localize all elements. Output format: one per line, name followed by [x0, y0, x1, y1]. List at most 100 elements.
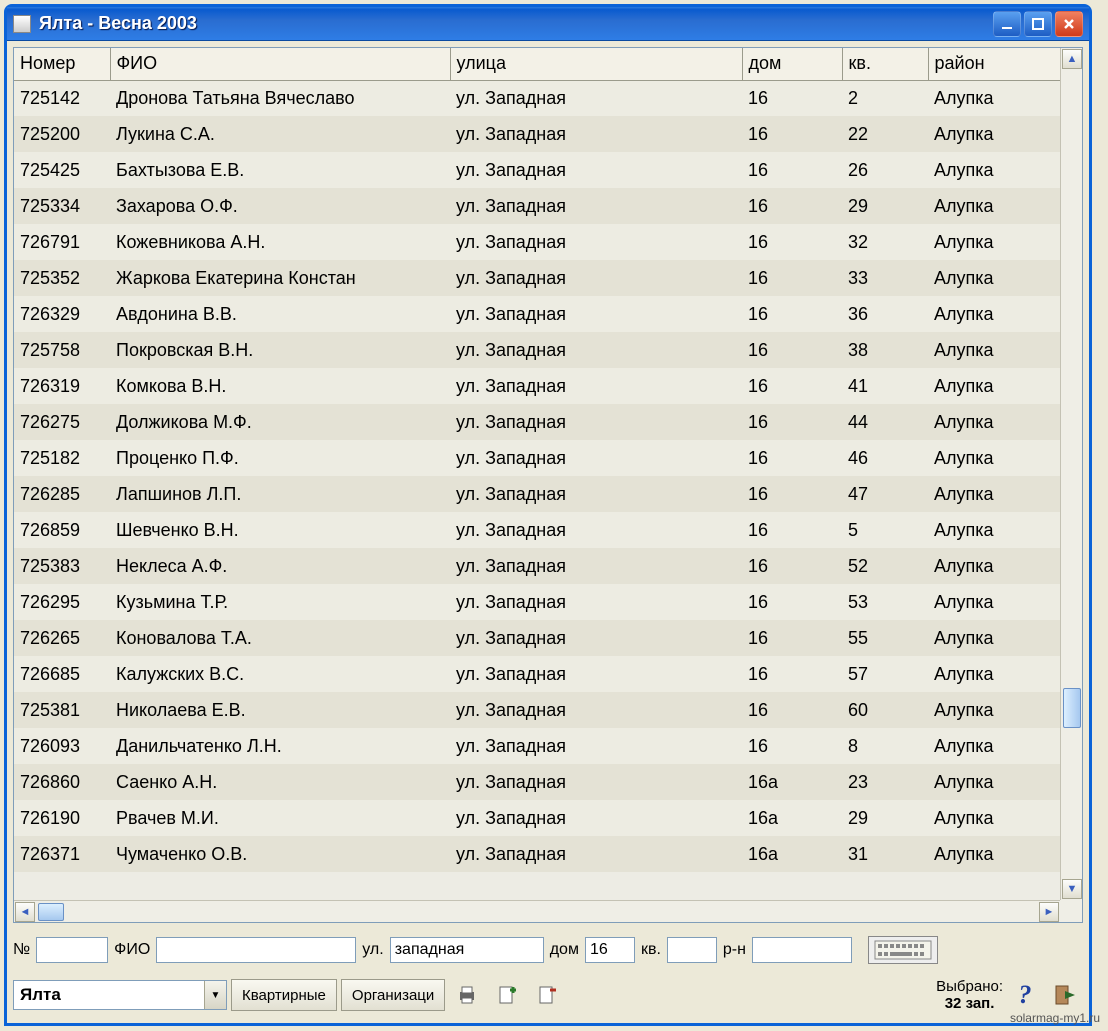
search-house-input[interactable]: [585, 937, 635, 963]
scroll-right-button[interactable]: ►: [1039, 902, 1059, 922]
print-button[interactable]: [449, 979, 485, 1011]
table-row[interactable]: 725758Покровская В.Н.ул. Западная1638Алу…: [14, 332, 1064, 368]
vertical-scrollbar[interactable]: ▲ ▼: [1060, 48, 1082, 900]
titlebar[interactable]: Ялта - Весна 2003: [7, 7, 1089, 41]
close-button[interactable]: [1055, 11, 1083, 37]
cell-fio: Саенко А.Н.: [110, 764, 450, 800]
col-header-street[interactable]: улица: [450, 48, 742, 80]
scroll-down-button[interactable]: ▼: [1062, 879, 1082, 899]
cell-kv: 44: [842, 404, 928, 440]
cell-kv: 29: [842, 188, 928, 224]
table-row[interactable]: 726265Коновалова Т.А.ул. Западная1655Алу…: [14, 620, 1064, 656]
cell-kv: 55: [842, 620, 928, 656]
table-row[interactable]: 726275Должикова М.Ф.ул. Западная1644Алуп…: [14, 404, 1064, 440]
cell-district: Алупка: [928, 332, 1064, 368]
table-row[interactable]: 726791Кожевникова А.Н.ул. Западная1632Ал…: [14, 224, 1064, 260]
horizontal-scrollbar[interactable]: ◄ ►: [14, 900, 1060, 922]
cell-fio: Калужских В.С.: [110, 656, 450, 692]
table-row[interactable]: 725182Проценко П.Ф.ул. Западная1646Алупк…: [14, 440, 1064, 476]
cell-street: ул. Западная: [450, 260, 742, 296]
cell-kv: 26: [842, 152, 928, 188]
scroll-thumb-horizontal[interactable]: [38, 903, 64, 921]
header-row[interactable]: Номер ФИО улица дом кв. район: [14, 48, 1064, 80]
table-row[interactable]: 725352Жаркова Екатерина Констанул. Запад…: [14, 260, 1064, 296]
table-row[interactable]: 726685Калужских В.С.ул. Западная1657Алуп…: [14, 656, 1064, 692]
city-dropdown[interactable]: Ялта ▼: [13, 980, 227, 1010]
cell-fio: Должикова М.Ф.: [110, 404, 450, 440]
cell-num: 726685: [14, 656, 110, 692]
data-grid[interactable]: Номер ФИО улица дом кв. район 725142Дрон…: [13, 47, 1083, 923]
help-icon: ?: [1019, 980, 1032, 1010]
cell-num: 726285: [14, 476, 110, 512]
toolbar: Ялта ▼ Квартирные Организаци Выбрано: 32…: [13, 973, 1083, 1017]
cell-num: 725381: [14, 692, 110, 728]
scroll-up-button[interactable]: ▲: [1062, 49, 1082, 69]
col-header-kv[interactable]: кв.: [842, 48, 928, 80]
table-row[interactable]: 726319Комкова В.Н.ул. Западная1641Алупка: [14, 368, 1064, 404]
scroll-thumb-vertical[interactable]: [1063, 688, 1081, 728]
cell-house: 16: [742, 584, 842, 620]
search-street-input[interactable]: [390, 937, 544, 963]
app-icon: [13, 15, 31, 33]
table-row[interactable]: 726295Кузьмина Т.Р.ул. Западная1653Алупк…: [14, 584, 1064, 620]
search-fio-input[interactable]: [156, 937, 356, 963]
cell-num: 726371: [14, 836, 110, 872]
cell-fio: Кузьмина Т.Р.: [110, 584, 450, 620]
cell-num: 725142: [14, 80, 110, 116]
print-icon: [456, 984, 478, 1006]
cell-district: Алупка: [928, 116, 1064, 152]
col-header-number[interactable]: Номер: [14, 48, 110, 80]
cell-street: ул. Западная: [450, 188, 742, 224]
maximize-button[interactable]: [1024, 11, 1052, 37]
cell-fio: Неклеса А.Ф.: [110, 548, 450, 584]
table-row[interactable]: 726859Шевченко В.Н.ул. Западная165Алупка: [14, 512, 1064, 548]
table-row[interactable]: 726190Рвачев М.И.ул. Западная16а29Алупка: [14, 800, 1064, 836]
col-header-house[interactable]: дом: [742, 48, 842, 80]
table-row[interactable]: 726329Авдонина В.В.ул. Западная1636Алупк…: [14, 296, 1064, 332]
cell-street: ул. Западная: [450, 548, 742, 584]
cell-kv: 33: [842, 260, 928, 296]
cell-kv: 60: [842, 692, 928, 728]
help-button[interactable]: ?: [1007, 979, 1043, 1011]
cell-num: 725758: [14, 332, 110, 368]
exit-button[interactable]: [1047, 979, 1083, 1011]
table-row[interactable]: 725383Неклеса А.Ф.ул. Западная1652Алупка: [14, 548, 1064, 584]
table-row[interactable]: 726285Лапшинов Л.П.ул. Западная1647Алупк…: [14, 476, 1064, 512]
apartments-button[interactable]: Квартирные: [231, 979, 337, 1011]
col-header-district[interactable]: район: [928, 48, 1064, 80]
table-row[interactable]: 726860Саенко А.Н.ул. Западная16а23Алупка: [14, 764, 1064, 800]
cell-kv: 57: [842, 656, 928, 692]
minimize-button[interactable]: [993, 11, 1021, 37]
table-row[interactable]: 726371Чумаченко О.В.ул. Западная16а31Алу…: [14, 836, 1064, 872]
close-icon: [1063, 18, 1075, 30]
cell-kv: 5: [842, 512, 928, 548]
table-row[interactable]: 725381Николаева Е.В.ул. Западная1660Алуп…: [14, 692, 1064, 728]
cell-house: 16: [742, 728, 842, 764]
organizations-button[interactable]: Организаци: [341, 979, 445, 1011]
keyboard-svg-icon: [874, 940, 932, 960]
table-row[interactable]: 725200Лукина С.А.ул. Западная1622Алупка: [14, 116, 1064, 152]
cell-district: Алупка: [928, 656, 1064, 692]
table-row[interactable]: 725334Захарова О.Ф.ул. Западная1629Алупк…: [14, 188, 1064, 224]
cell-district: Алупка: [928, 188, 1064, 224]
cell-kv: 41: [842, 368, 928, 404]
export-remove-button[interactable]: [529, 979, 565, 1011]
search-district-input[interactable]: [752, 937, 852, 963]
cell-district: Алупка: [928, 476, 1064, 512]
dropdown-arrow-icon[interactable]: ▼: [204, 981, 226, 1009]
cell-street: ул. Западная: [450, 656, 742, 692]
export-add-button[interactable]: [489, 979, 525, 1011]
search-number-input[interactable]: [36, 937, 108, 963]
scroll-left-button[interactable]: ◄: [15, 902, 35, 922]
cell-num: 725425: [14, 152, 110, 188]
cell-house: 16: [742, 296, 842, 332]
cell-district: Алупка: [928, 800, 1064, 836]
col-header-fio[interactable]: ФИО: [110, 48, 450, 80]
cell-fio: Рвачев М.И.: [110, 800, 450, 836]
table-row[interactable]: 725425Бахтызова Е.В.ул. Западная1626Алуп…: [14, 152, 1064, 188]
search-kv-input[interactable]: [667, 937, 717, 963]
table-row[interactable]: 726093Данильчатенко Л.Н.ул. Западная168А…: [14, 728, 1064, 764]
table-row[interactable]: 725142Дронова Татьяна Вячеславоул. Запад…: [14, 80, 1064, 116]
cell-fio: Покровская В.Н.: [110, 332, 450, 368]
keyboard-icon[interactable]: [868, 936, 938, 964]
